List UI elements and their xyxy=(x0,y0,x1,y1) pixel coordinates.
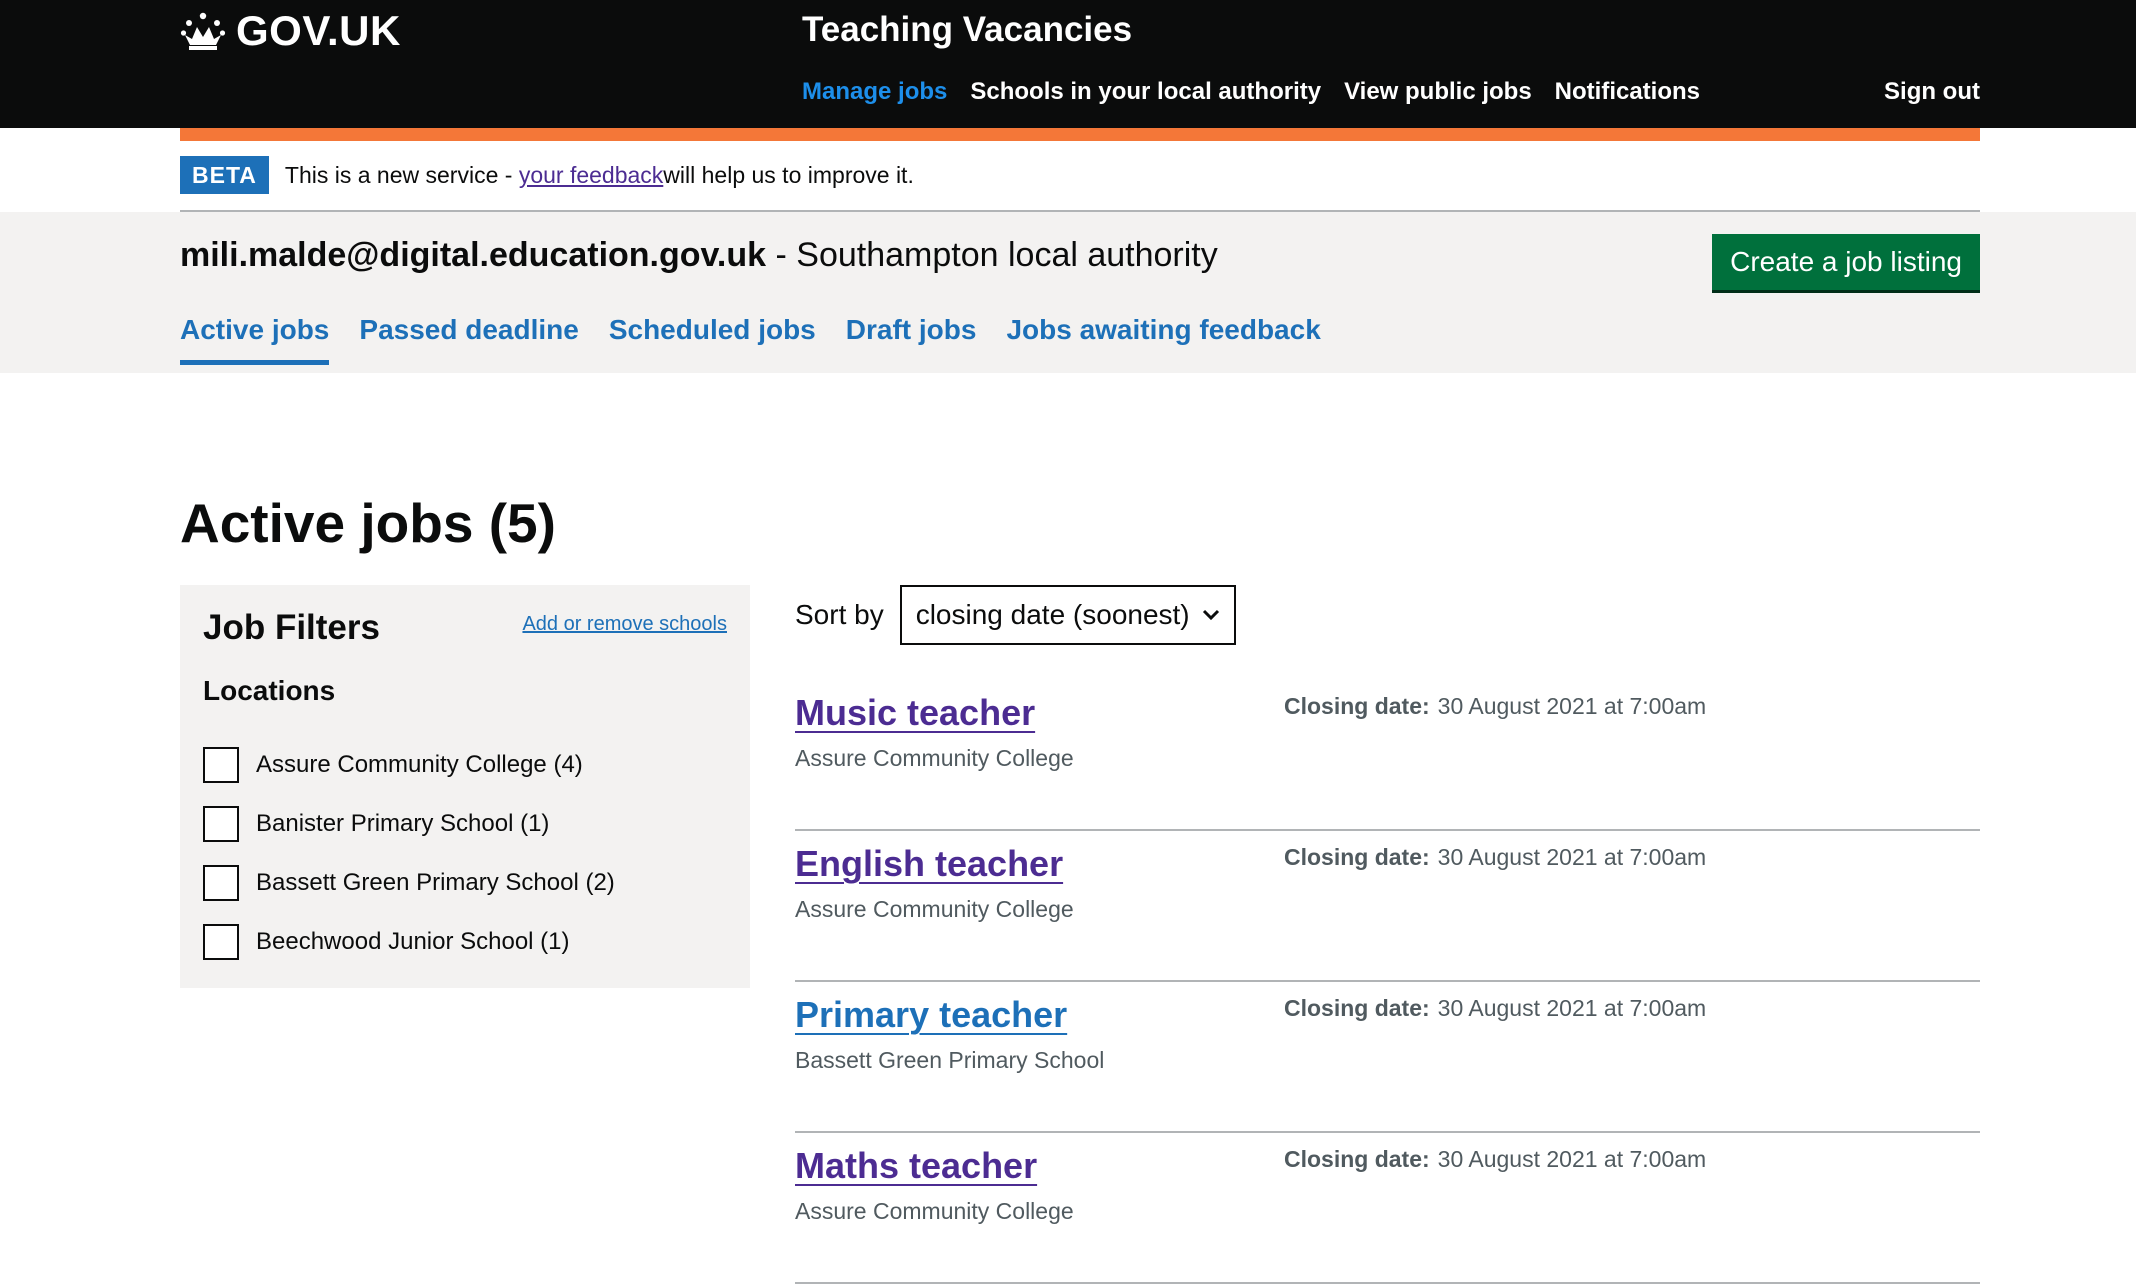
job-closing-date: Closing date: 30 August 2021 at 7:00am xyxy=(1284,690,1706,722)
closing-date-label: Closing date: xyxy=(1284,844,1430,870)
beta-text-after: will help us to improve it. xyxy=(663,161,914,188)
job-title-link[interactable]: Music teacher xyxy=(795,690,1035,736)
service-name-link[interactable]: Teaching Vacancies xyxy=(802,8,1132,52)
job-row: Primary teacher Bassett Green Primary Sc… xyxy=(795,982,1980,1133)
location-option-label[interactable]: Assure Community College (4) xyxy=(256,751,583,779)
site-header: GOV.UK Teaching Vacancies Manage jobs Sc… xyxy=(0,0,2136,128)
job-closing-date: Closing date: 30 August 2021 at 7:00am xyxy=(1284,1143,1706,1175)
create-job-listing-button[interactable]: Create a job listing xyxy=(1712,234,1980,290)
sort-label: Sort by xyxy=(795,599,884,630)
tab-passed-deadline[interactable]: Passed deadline xyxy=(359,312,578,365)
page-title-count: (5) xyxy=(473,492,556,554)
nav-item-manage-jobs[interactable]: Manage jobs xyxy=(802,76,947,108)
crown-icon xyxy=(180,12,226,50)
location-checkbox[interactable] xyxy=(203,746,239,783)
beta-text-before: This is a new service - xyxy=(284,161,513,188)
jobs-list: Music teacher Assure Community College C… xyxy=(795,680,1980,1284)
account-organisation: - Southampton local authority xyxy=(766,236,1218,274)
location-option[interactable]: Banister Primary School (1) xyxy=(203,794,615,853)
job-filters-panel: Job Filters Add or remove schools Locati… xyxy=(180,585,750,988)
location-option[interactable]: Beechwood Junior School (1) xyxy=(203,912,615,971)
filters-heading: Job Filters xyxy=(203,608,380,647)
closing-date-value: 30 August 2021 at 7:00am xyxy=(1437,995,1707,1021)
job-row: English teacher Assure Community College… xyxy=(795,831,1980,982)
tab-active-jobs[interactable]: Active jobs xyxy=(180,312,330,365)
page-title: Active jobs (5) xyxy=(180,488,556,558)
sign-out-link[interactable]: Sign out xyxy=(1884,76,1980,108)
locations-label: Locations xyxy=(203,675,336,706)
page-title-text: Active jobs xyxy=(180,492,474,554)
job-closing-date: Closing date: 30 August 2021 at 7:00am xyxy=(1284,992,1706,1024)
govuk-logo-text: GOV.UK xyxy=(236,7,401,54)
job-row: Maths teacher Assure Community College C… xyxy=(795,1133,1980,1284)
chevron-down-icon xyxy=(1202,609,1219,621)
job-closing-date: Closing date: 30 August 2021 at 7:00am xyxy=(1284,841,1706,873)
closing-date-value: 30 August 2021 at 7:00am xyxy=(1437,844,1707,870)
location-option-label[interactable]: Bassett Green Primary School (2) xyxy=(256,869,615,897)
closing-date-value: 30 August 2021 at 7:00am xyxy=(1437,1146,1707,1172)
feedback-link[interactable]: your feedback xyxy=(519,162,663,189)
job-title-link[interactable]: Primary teacher xyxy=(795,992,1067,1038)
beta-tag: BETA xyxy=(180,156,269,194)
location-checkbox[interactable] xyxy=(203,923,239,960)
closing-date-value: 30 August 2021 at 7:00am xyxy=(1437,693,1707,719)
sort-control: Sort by closing date (soonest) xyxy=(795,585,1236,645)
job-school: Assure Community College xyxy=(795,745,1074,771)
header-accent-bar xyxy=(180,128,1980,141)
job-school: Bassett Green Primary School xyxy=(795,1047,1105,1073)
tab-jobs-awaiting-feedback[interactable]: Jobs awaiting feedback xyxy=(1006,312,1320,365)
closing-date-label: Closing date: xyxy=(1284,995,1430,1021)
nav-item-schools-local-authority[interactable]: Schools in your local authority xyxy=(970,76,1321,108)
account-email: mili.malde@digital.education.gov.uk xyxy=(180,236,767,274)
account-subheader: mili.malde@digital.education.gov.uk - So… xyxy=(0,212,2136,373)
tab-scheduled-jobs[interactable]: Scheduled jobs xyxy=(609,312,816,365)
nav-item-view-public-jobs[interactable]: View public jobs xyxy=(1344,76,1532,108)
closing-date-label: Closing date: xyxy=(1284,1146,1430,1172)
closing-date-label: Closing date: xyxy=(1284,693,1430,719)
tab-draft-jobs[interactable]: Draft jobs xyxy=(846,312,977,365)
job-school: Assure Community College xyxy=(795,1198,1074,1224)
account-info: mili.malde@digital.education.gov.uk - So… xyxy=(180,232,1218,278)
sort-selected-value[interactable]: closing date (soonest) xyxy=(916,599,1190,631)
primary-navigation: Manage jobs Schools in your local author… xyxy=(802,76,1700,108)
sort-select[interactable]: closing date (soonest) xyxy=(899,585,1236,645)
beta-banner: BETA This is a new service - your feedba… xyxy=(180,156,914,194)
location-option[interactable]: Bassett Green Primary School (2) xyxy=(203,853,615,912)
job-school: Assure Community College xyxy=(795,896,1074,922)
location-checkbox[interactable] xyxy=(203,805,239,842)
job-row: Music teacher Assure Community College C… xyxy=(795,680,1980,831)
job-title-link[interactable]: English teacher xyxy=(795,841,1063,887)
location-option[interactable]: Assure Community College (4) xyxy=(203,735,615,794)
locations-checklist: Assure Community College (4) Banister Pr… xyxy=(203,735,615,971)
govuk-logo-link[interactable]: GOV.UK xyxy=(180,6,401,56)
dashboard-tabs: Active jobs Passed deadline Scheduled jo… xyxy=(180,312,1321,365)
job-title-link[interactable]: Maths teacher xyxy=(795,1143,1037,1189)
location-checkbox[interactable] xyxy=(203,864,239,901)
location-option-label[interactable]: Beechwood Junior School (1) xyxy=(256,928,570,956)
add-remove-schools-link[interactable]: Add or remove schools xyxy=(522,609,727,639)
nav-item-notifications[interactable]: Notifications xyxy=(1555,76,1700,108)
location-option-label[interactable]: Banister Primary School (1) xyxy=(256,810,549,838)
